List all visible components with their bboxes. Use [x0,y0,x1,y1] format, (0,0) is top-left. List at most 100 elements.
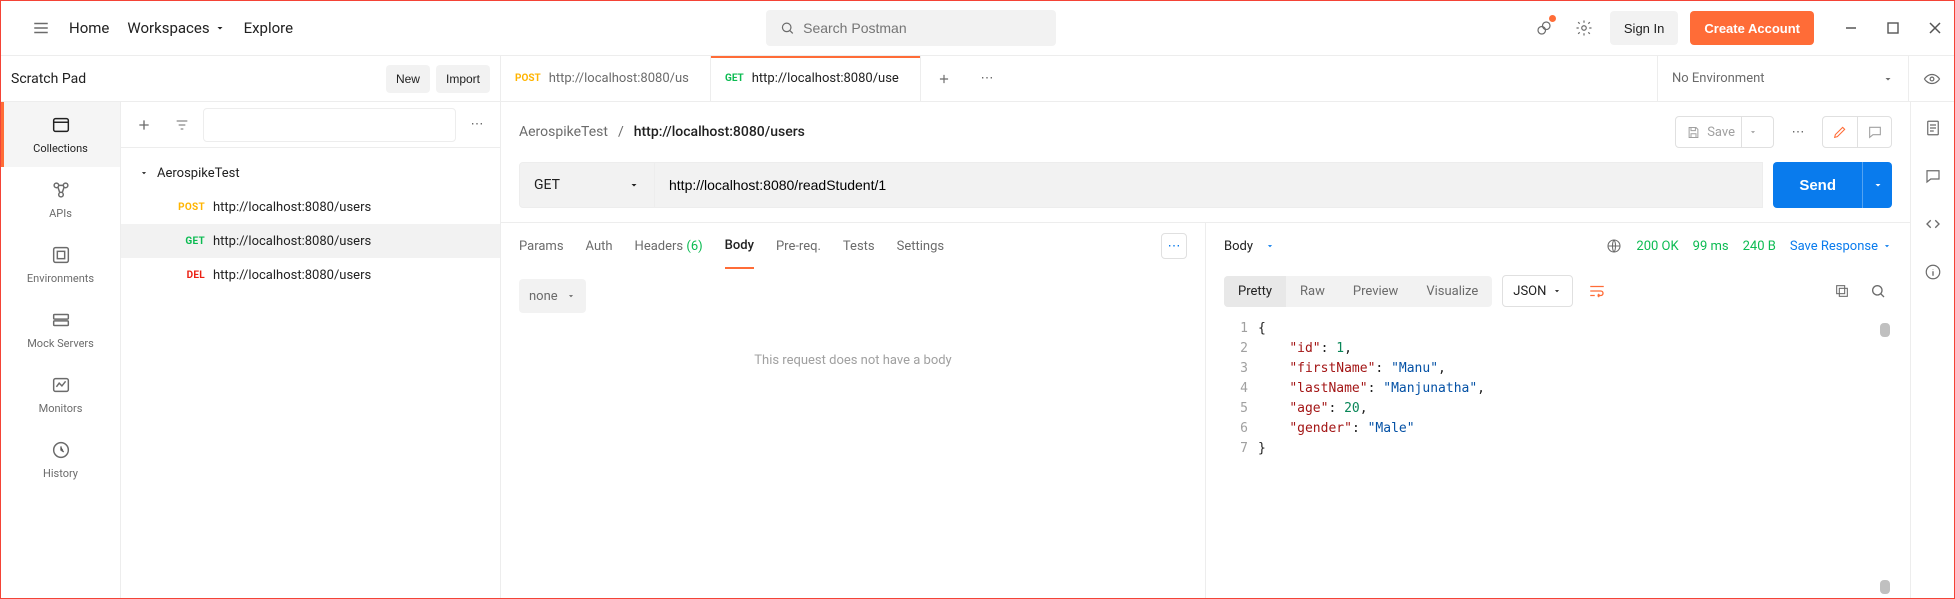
window-close[interactable] [1928,21,1942,35]
tab-method: GET [725,73,744,84]
globe-icon[interactable] [1606,238,1622,254]
view-pretty[interactable]: Pretty [1224,276,1286,307]
nav-explore[interactable]: Explore [244,19,294,37]
subtab-body[interactable]: Body [725,223,754,269]
response-section-label[interactable]: Body [1224,239,1253,254]
method-badge: POST [167,202,205,213]
request-url: http://localhost:8080/users [213,234,371,249]
body-type-select[interactable]: none [519,279,586,313]
status-code: 200 OK [1636,239,1678,254]
tab-label: http://localhost:8080/us [549,71,689,86]
rail-mock-servers[interactable]: Mock Servers [1,297,120,362]
url-input[interactable] [655,162,1763,208]
subtab-prereq[interactable]: Pre-req. [776,223,821,269]
import-button[interactable]: Import [436,65,490,93]
method-value: GET [534,177,560,193]
search-response-icon[interactable] [1864,277,1892,305]
request-url: http://localhost:8080/users [213,268,371,283]
rail-collections[interactable]: Collections [1,102,120,167]
language-label: JSON [1513,284,1546,299]
subtab-auth[interactable]: Auth [586,223,613,269]
save-icon [1686,125,1701,140]
info-icon[interactable] [1919,258,1947,286]
nav-workspaces[interactable]: Workspaces [127,19,225,37]
response-body[interactable]: 1234567 { "id": 1, "firstName": "Manu", … [1224,313,1892,598]
subtab-tests[interactable]: Tests [843,223,875,269]
nav-home[interactable]: Home [69,19,109,37]
subtab-settings[interactable]: Settings [897,223,944,269]
request-item-del[interactable]: DEL http://localhost:8080/users [121,258,500,292]
response-time: 99 ms [1693,239,1729,254]
rail-apis[interactable]: APIs [1,167,120,232]
rail-monitors[interactable]: Monitors [1,362,120,427]
breadcrumb-collection[interactable]: AerospikeTest [519,124,608,140]
language-select[interactable]: JSON [1502,275,1573,307]
send-button[interactable]: Send [1773,162,1862,208]
rail-environments[interactable]: Environments [1,232,120,297]
tab-post[interactable]: POST http://localhost:8080/us [501,56,711,102]
view-visualize[interactable]: Visualize [1412,276,1492,307]
add-icon[interactable] [127,108,161,142]
wrap-lines-icon[interactable] [1583,277,1611,305]
chevron-down-icon [628,179,640,191]
scrollbar-thumb[interactable] [1880,323,1890,337]
tab-method: POST [515,73,541,84]
new-button[interactable]: New [386,65,430,93]
sign-in-button[interactable]: Sign In [1610,11,1678,45]
copy-icon[interactable] [1828,277,1856,305]
request-item-post[interactable]: POST http://localhost:8080/users [121,190,500,224]
documentation-icon[interactable] [1919,114,1947,142]
new-tab-icon[interactable] [921,72,967,86]
code-icon[interactable] [1919,210,1947,238]
sidebar-search[interactable] [203,108,456,142]
window-minimize[interactable] [1844,21,1858,35]
rail-monitors-label: Monitors [39,402,83,415]
sidebar-comment-icon[interactable] [1919,162,1947,190]
hamburger-icon[interactable] [27,14,55,42]
global-search[interactable] [766,10,1056,46]
save-button[interactable]: Save [1675,116,1774,148]
comment-icon[interactable] [1857,117,1891,147]
window-maximize[interactable] [1886,21,1900,35]
environment-select[interactable]: No Environment [1658,56,1908,101]
cookies-icon[interactable]: ⋯ [1161,233,1187,259]
capture-icon[interactable] [1530,14,1558,42]
rail-history[interactable]: History [1,427,120,492]
filter-icon[interactable] [165,108,199,142]
notification-dot [1549,15,1556,22]
request-item-get[interactable]: GET http://localhost:8080/users [121,224,500,258]
chevron-down-icon [139,168,149,178]
save-response-button[interactable]: Save Response [1790,239,1892,254]
chevron-down-icon [566,291,576,301]
nav-workspaces-label: Workspaces [127,19,209,37]
save-chevron[interactable] [1741,117,1763,147]
edit-icon[interactable] [1823,117,1857,147]
request-title: http://localhost:8080/users [634,124,805,140]
settings-icon[interactable] [1570,14,1598,42]
sidebar-more-icon[interactable]: ⋯ [460,108,494,142]
rail-history-label: History [43,467,78,480]
send-chevron[interactable] [1862,162,1892,208]
view-raw[interactable]: Raw [1286,276,1339,307]
environment-label: No Environment [1672,71,1765,86]
collection-name: AerospikeTest [157,166,240,181]
create-account-button[interactable]: Create Account [1690,11,1814,45]
method-select[interactable]: GET [519,162,655,208]
rail-mock-label: Mock Servers [27,337,94,350]
view-preview[interactable]: Preview [1339,276,1412,307]
chevron-down-icon[interactable] [1265,241,1275,251]
environment-quicklook-icon[interactable] [1908,56,1954,101]
breadcrumb-sep: / [618,124,624,140]
subtab-headers[interactable]: Headers (6) [635,223,703,269]
tab-get[interactable]: GET http://localhost:8080/use [711,56,921,102]
empty-body-message: This request does not have a body [519,313,1187,598]
scrollbar-thumb[interactable] [1880,580,1890,594]
request-url: http://localhost:8080/users [213,200,371,215]
request-more-icon[interactable]: ⋯ [1784,118,1812,146]
subtab-params[interactable]: Params [519,223,564,269]
rail-env-label: Environments [27,272,94,285]
line-gutter: 1234567 [1224,319,1258,598]
tabs-more-icon[interactable]: ⋯ [967,71,1007,86]
search-input[interactable] [803,20,1042,36]
collection-folder[interactable]: AerospikeTest [121,156,500,190]
